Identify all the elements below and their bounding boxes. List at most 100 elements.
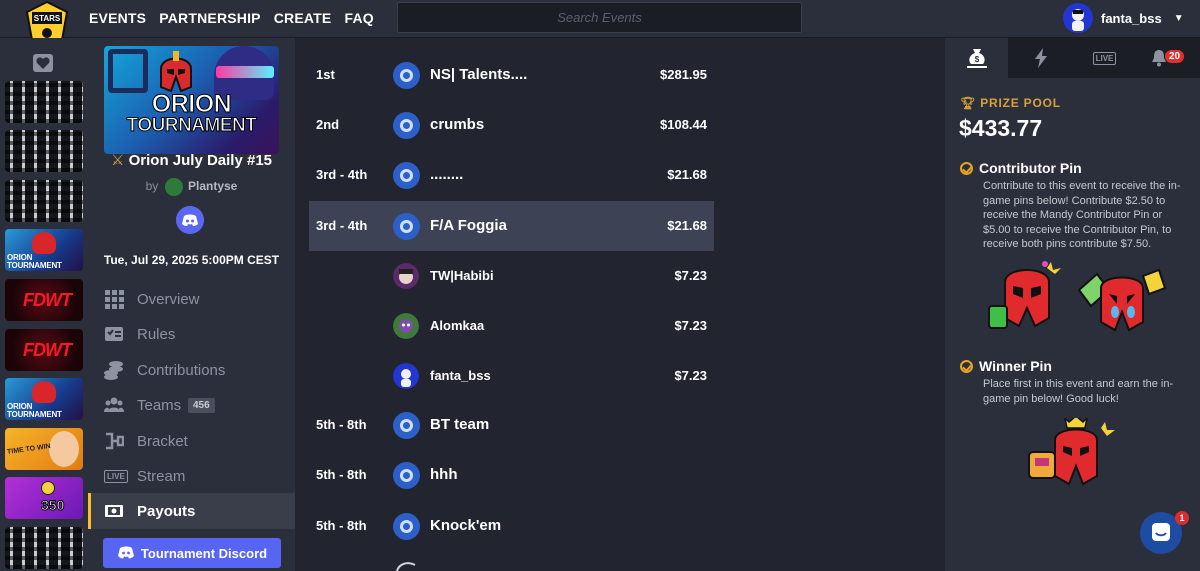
event-thumb[interactable]: FDWT xyxy=(5,329,83,371)
placement: 2nd xyxy=(316,117,340,132)
search-input[interactable] xyxy=(397,2,802,33)
team-name[interactable]: NS| Talents.... xyxy=(430,66,527,83)
menu-label: Contributions xyxy=(137,361,226,379)
check-circle-icon xyxy=(960,359,973,373)
payout-row-player[interactable]: TW|Habibi $7.23 xyxy=(309,251,714,301)
payout-row[interactable]: 2nd crumbs $108.44 xyxy=(309,100,714,150)
menu-item-payouts[interactable]: Payouts xyxy=(88,493,295,529)
discord-button-label: Tournament Discord xyxy=(140,545,268,561)
helmet-icon xyxy=(32,232,56,254)
top-bar: STARS EVENTS PARTNERSHIP CREATE FAQ fant… xyxy=(0,0,1200,44)
placement: 3rd - 4th xyxy=(316,167,368,182)
brawler-image xyxy=(49,431,79,467)
menu-item-teams[interactable]: Teams 456 xyxy=(88,387,295,423)
placement: 1st xyxy=(316,67,335,82)
event-strip: ORION TOURNAMENT FDWT FDWT ORION TOURNAM… xyxy=(0,38,88,571)
event-thumb[interactable]: TIME TO WIN xyxy=(5,428,83,470)
thumb-label: ORION TOURNAMENT xyxy=(7,253,62,270)
payouts-list: 1st NS| Talents.... $281.95 2nd crumbs $… xyxy=(295,38,945,571)
heart-icon[interactable] xyxy=(33,54,53,72)
event-banner: ORION TOURNAMENT xyxy=(104,46,279,154)
event-thumb[interactable] xyxy=(5,81,83,123)
team-name[interactable]: F/A Foggia xyxy=(430,217,507,234)
event-title: ⚔ Orion July Daily #15 xyxy=(88,151,295,169)
menu-item-bracket[interactable]: Bracket xyxy=(88,423,295,459)
prize-pool-amount: $433.77 xyxy=(959,115,1043,141)
team-icon xyxy=(396,562,416,571)
team-name[interactable]: hhh xyxy=(430,466,458,483)
menu-label: Bracket xyxy=(137,432,188,450)
player-name[interactable]: TW|Habibi xyxy=(430,268,494,283)
payout-row[interactable]: 3rd - 4th ........ $21.68 xyxy=(309,150,714,200)
username: fanta_bss xyxy=(1101,10,1162,26)
event-thumb[interactable]: 350 xyxy=(5,477,83,519)
payout-row[interactable]: 5th - 8th Knock'em xyxy=(309,501,714,551)
payout-row-highlighted[interactable]: 3rd - 4th F/A Foggia $21.68 xyxy=(309,201,714,251)
event-thumb[interactable]: FDWT xyxy=(5,279,83,321)
team-icon xyxy=(393,412,420,439)
tab-notifications[interactable]: 20 xyxy=(1137,38,1200,78)
nav-events[interactable]: EVENTS xyxy=(89,10,146,26)
organizer-name[interactable]: Plantyse xyxy=(188,179,237,193)
tab-prize[interactable]: $ xyxy=(945,38,1008,78)
teams-count-badge: 456 xyxy=(188,397,215,413)
team-name[interactable]: BT team xyxy=(430,416,489,433)
payout-amount: $108.44 xyxy=(660,117,707,132)
player-name[interactable]: Alomkaa xyxy=(430,318,484,333)
chat-badge: 1 xyxy=(1175,511,1189,525)
team-name[interactable]: crumbs xyxy=(430,116,484,133)
payout-row-player[interactable]: Alomkaa $7.23 xyxy=(309,301,714,351)
menu-label: Payouts xyxy=(137,502,196,520)
team-name[interactable]: ........ xyxy=(430,166,463,183)
event-thumb[interactable] xyxy=(5,180,83,222)
main-nav: EVENTS PARTNERSHIP CREATE FAQ xyxy=(89,0,374,36)
nav-faq[interactable]: FAQ xyxy=(344,10,373,26)
placement: 5th - 8th xyxy=(316,518,367,533)
banner-logo xyxy=(108,49,148,93)
event-thumb[interactable] xyxy=(5,130,83,172)
helmet-icon xyxy=(160,51,192,93)
event-thumb[interactable]: ORION TOURNAMENT xyxy=(5,378,83,420)
bell-icon xyxy=(1151,50,1166,67)
chevron-down-icon: ▼ xyxy=(1173,12,1184,24)
coin-icon xyxy=(41,481,55,495)
winner-pin-title: Winner Pin xyxy=(979,358,1052,374)
prize-pool-text: PRIZE POOL xyxy=(980,96,1061,110)
payout-amount: $281.95 xyxy=(660,67,707,82)
team-icon xyxy=(393,112,420,139)
tab-activity[interactable] xyxy=(1009,38,1072,78)
discord-icon[interactable] xyxy=(176,206,204,234)
contributor-pin-text: Contribute to this event to receive the … xyxy=(983,180,1181,251)
nav-partnership[interactable]: PARTNERSHIP xyxy=(159,10,261,26)
thumb-label: ORION TOURNAMENT xyxy=(7,402,62,419)
team-icon xyxy=(393,62,420,89)
check-circle-icon xyxy=(960,161,973,175)
payout-amount: $7.23 xyxy=(674,268,707,283)
team-icon xyxy=(393,462,420,489)
player-name[interactable]: fanta_bss xyxy=(430,368,491,383)
player-avatar xyxy=(393,363,419,389)
by-label: by xyxy=(145,179,159,194)
user-menu[interactable]: fanta_bss ▼ xyxy=(1063,2,1184,34)
payout-amount: $21.68 xyxy=(667,218,707,233)
payout-amount: $21.68 xyxy=(667,167,707,182)
menu-item-contributions[interactable]: Contributions xyxy=(88,352,295,388)
tournament-discord-button[interactable]: Tournament Discord xyxy=(103,538,281,568)
nav-create[interactable]: CREATE xyxy=(274,10,332,26)
menu-item-stream[interactable]: LIVE Stream xyxy=(88,458,295,494)
menu-item-overview[interactable]: Overview xyxy=(88,281,295,317)
payout-row[interactable]: 5th - 8th hhh xyxy=(309,450,714,500)
payout-row[interactable]: 5th - 8th BT team xyxy=(309,400,714,450)
team-icon xyxy=(393,513,420,540)
menu-item-rules[interactable]: Rules xyxy=(88,316,295,352)
tab-live[interactable]: LIVE xyxy=(1073,38,1136,78)
contributor-pin-title: Contributor Pin xyxy=(979,160,1082,176)
payout-row-player[interactable]: fanta_bss $7.23 xyxy=(309,351,714,401)
team-name[interactable]: Knock'em xyxy=(430,517,501,534)
menu-label: Rules xyxy=(137,325,176,343)
event-thumb[interactable]: ORION TOURNAMENT xyxy=(5,229,83,271)
event-thumb[interactable] xyxy=(5,527,83,569)
payout-row[interactable]: 1st NS| Talents.... $281.95 xyxy=(309,50,714,100)
money-icon xyxy=(105,505,123,517)
contributor-pin-heading: Contributor Pin xyxy=(960,160,1082,176)
